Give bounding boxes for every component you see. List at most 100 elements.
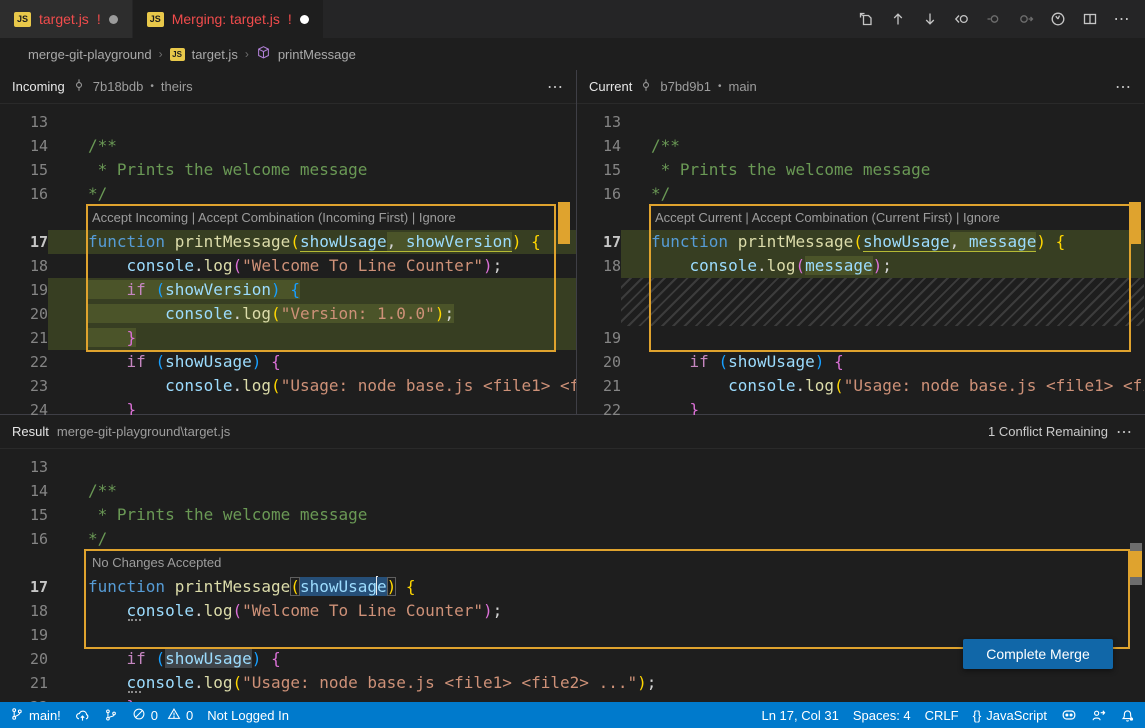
code-text[interactable]: /**: [621, 134, 1144, 158]
copilot-icon[interactable]: [1061, 707, 1077, 723]
line-number: 22: [0, 350, 48, 374]
problems-indicator[interactable]: 0 0: [132, 707, 193, 724]
arrow-up-icon[interactable]: [885, 6, 911, 32]
code-text[interactable]: function printMessage(showUsage) {: [48, 575, 1145, 599]
code-text[interactable]: if (showUsage) {: [48, 350, 576, 374]
merge-layout-icon[interactable]: [1045, 6, 1071, 32]
open-changes-icon[interactable]: [853, 6, 879, 32]
scrollbar-marker[interactable]: [1130, 543, 1142, 551]
code-line: 13: [0, 110, 576, 134]
arrow-down-icon[interactable]: [917, 6, 943, 32]
code-text[interactable]: */: [621, 182, 1144, 206]
prev-conflict-icon[interactable]: [981, 6, 1007, 32]
tab-label: target.js: [39, 11, 89, 27]
tab-merging-target-js[interactable]: JS Merging: target.js !: [133, 0, 323, 38]
code-line: Accept Incoming | Accept Combination (In…: [0, 206, 576, 230]
code-text[interactable]: console.log("Usage: node base.js <file1>…: [48, 671, 1145, 695]
more-actions-icon[interactable]: ⋯: [547, 77, 564, 97]
commit-hash: 7b18bdb: [93, 79, 144, 94]
code-text[interactable]: /**: [48, 134, 576, 158]
source-control-graph-icon[interactable]: [104, 708, 118, 722]
result-editor[interactable]: 1314/**15 * Prints the welcome message16…: [0, 449, 1145, 702]
code-line: 14/**: [577, 134, 1144, 158]
code-line: 21 }: [0, 326, 576, 350]
line-number: 22: [0, 695, 48, 702]
code-text[interactable]: console.log(message);: [621, 254, 1144, 278]
tab-target-js[interactable]: JS target.js !: [0, 0, 133, 38]
code-text[interactable]: if (showUsage) {: [621, 350, 1144, 374]
code-text[interactable]: console.log("Version: 1.0.0");: [48, 302, 576, 326]
code-text[interactable]: console.log("Usage: node base.js <file1>…: [621, 374, 1144, 398]
line-number: 18: [0, 599, 48, 623]
code-text[interactable]: console.log("Welcome To Line Counter");: [48, 599, 1145, 623]
line-number: 15: [577, 158, 621, 182]
code-text[interactable]: [48, 455, 1145, 479]
conflict-action-links[interactable]: Accept Current | Accept Combination (Cur…: [621, 206, 1144, 230]
code-text[interactable]: }: [621, 398, 1144, 415]
current-editor[interactable]: 1314/**15 * Prints the welcome message16…: [577, 104, 1144, 415]
more-actions-icon[interactable]: ⋯: [1109, 6, 1135, 32]
code-line: 17function printMessage(showUsage) {: [0, 575, 1145, 599]
breadcrumb-file[interactable]: target.js: [192, 47, 238, 62]
code-text[interactable]: */: [48, 182, 576, 206]
code-text[interactable]: /**: [48, 479, 1145, 503]
code-text[interactable]: function printMessage(showUsage, showVer…: [48, 230, 576, 254]
scrollbar-marker[interactable]: [1130, 577, 1142, 585]
branch-indicator[interactable]: main!: [10, 707, 61, 724]
next-conflict-icon[interactable]: [1013, 6, 1039, 32]
login-status[interactable]: Not Logged In: [207, 708, 289, 723]
code-text[interactable]: console.log("Welcome To Line Counter");: [48, 254, 576, 278]
code-line: No Changes Accepted: [0, 551, 1145, 575]
feedback-icon[interactable]: [1091, 708, 1106, 723]
code-line: 21 console.log("Usage: node base.js <fil…: [577, 374, 1144, 398]
conflict-scrollbar-marker[interactable]: [1129, 202, 1141, 244]
breadcrumb-folder[interactable]: merge-git-playground: [28, 47, 152, 62]
sync-cloud-icon[interactable]: [75, 708, 90, 723]
code-text[interactable]: * Prints the welcome message: [48, 503, 1145, 527]
code-text[interactable]: }: [48, 398, 576, 415]
language-mode[interactable]: {} JavaScript: [973, 708, 1047, 723]
branch-ref: theirs: [161, 79, 193, 94]
dirty-indicator-icon[interactable]: [300, 15, 309, 24]
code-line: 18 console.log(message);: [577, 254, 1144, 278]
code-line: 22 }: [0, 695, 1145, 702]
code-text[interactable]: [48, 110, 576, 134]
code-text[interactable]: console.log("Usage: node base.js <file1>…: [48, 374, 576, 398]
breadcrumb-symbol[interactable]: printMessage: [278, 47, 356, 62]
conflict-scrollbar-marker[interactable]: [1130, 551, 1142, 577]
code-line: Accept Current | Accept Combination (Cur…: [577, 206, 1144, 230]
eol-setting[interactable]: CRLF: [925, 708, 959, 723]
incoming-editor[interactable]: 1314/**15 * Prints the welcome message16…: [0, 104, 576, 415]
js-file-icon: JS: [14, 12, 31, 27]
line-number: 17: [0, 230, 48, 254]
code-text[interactable]: }: [48, 695, 1145, 702]
indentation-setting[interactable]: Spaces: 4: [853, 708, 911, 723]
more-actions-icon[interactable]: ⋯: [1115, 77, 1132, 97]
more-actions-icon[interactable]: ⋯: [1116, 422, 1133, 442]
complete-merge-button[interactable]: Complete Merge: [963, 639, 1113, 669]
cursor-position[interactable]: Ln 17, Col 31: [761, 708, 838, 723]
code-line: 21 console.log("Usage: node base.js <fil…: [0, 671, 1145, 695]
code-text[interactable]: */: [48, 527, 1145, 551]
split-editor-icon[interactable]: [1077, 6, 1103, 32]
line-number: 14: [577, 134, 621, 158]
code-text[interactable]: [621, 326, 1144, 350]
code-text[interactable]: * Prints the welcome message: [48, 158, 576, 182]
conflict-action-links[interactable]: No Changes Accepted: [48, 551, 1145, 575]
code-line: 17function printMessage(showUsage, showV…: [0, 230, 576, 254]
notifications-bell-icon[interactable]: [1120, 708, 1135, 723]
code-text[interactable]: * Prints the welcome message: [621, 158, 1144, 182]
line-number: 16: [0, 182, 48, 206]
code-text[interactable]: [621, 110, 1144, 134]
code-text[interactable]: }: [48, 326, 576, 350]
line-number: 21: [0, 326, 48, 350]
chevron-right-icon: ›: [159, 47, 163, 61]
code-text[interactable]: if (showVersion) {: [48, 278, 576, 302]
conflict-action-links[interactable]: Accept Incoming | Accept Combination (In…: [48, 206, 576, 230]
prev-unhandled-conflict-icon[interactable]: [949, 6, 975, 32]
conflict-scrollbar-marker[interactable]: [558, 202, 570, 244]
code-text[interactable]: function printMessage(showUsage, message…: [621, 230, 1144, 254]
line-number: 20: [577, 350, 621, 374]
code-line: 23 console.log("Usage: node base.js <fil…: [0, 374, 576, 398]
dirty-indicator-icon[interactable]: [109, 15, 118, 24]
